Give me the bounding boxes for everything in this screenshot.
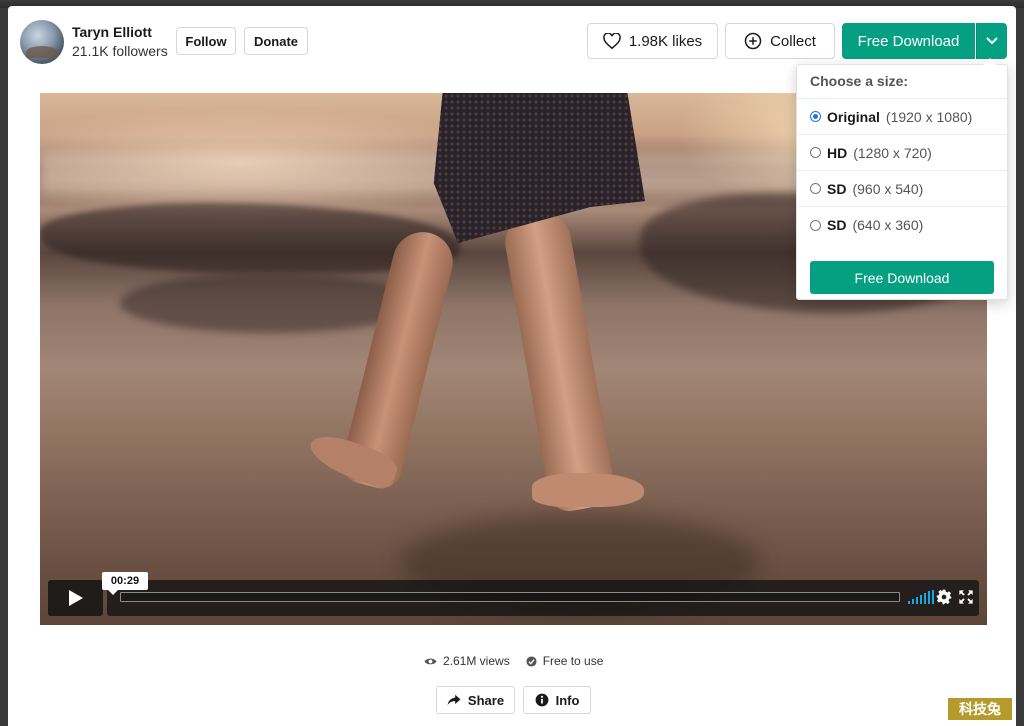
share-arrow-icon <box>447 694 461 706</box>
share-label: Share <box>467 692 505 708</box>
size-option-name: HD <box>827 144 848 161</box>
progress-track[interactable] <box>120 592 900 602</box>
size-option-dims: (960 x 540) <box>852 180 924 197</box>
views-count: 2.61M views <box>443 654 510 668</box>
size-menu-title: Choose a size: <box>797 65 1007 99</box>
player-controls: 00:29 <box>48 572 979 616</box>
avatar[interactable] <box>20 20 64 64</box>
check-circle-icon <box>526 655 537 667</box>
info-icon <box>535 693 548 707</box>
chevron-down-icon <box>986 37 998 45</box>
heart-icon <box>603 33 621 49</box>
fullscreen-icon[interactable] <box>958 589 974 605</box>
free-download-button[interactable]: Free Download <box>842 23 975 59</box>
play-button[interactable] <box>48 580 103 616</box>
donate-button[interactable]: Donate <box>244 27 308 55</box>
video-frame-leg <box>500 207 618 515</box>
video-frame-foot <box>532 473 644 507</box>
like-button[interactable]: 1.98K likes <box>587 23 718 59</box>
license-stat[interactable]: Free to use <box>526 654 604 668</box>
size-option-dims: (1280 x 720) <box>853 144 932 161</box>
eye-icon <box>424 658 437 664</box>
current-time: 00:29 <box>102 572 148 595</box>
menu-free-download-button[interactable]: Free Download <box>810 261 994 294</box>
follow-button[interactable]: Follow <box>176 27 236 55</box>
size-option-hd[interactable]: HD (1280 x 720) <box>797 135 1007 171</box>
collect-label: Collect <box>770 32 816 50</box>
collect-button[interactable]: Collect <box>725 23 835 59</box>
info-button[interactable]: Info <box>523 686 591 714</box>
radio-unselected[interactable] <box>810 147 821 158</box>
backdrop-right <box>1016 8 1024 726</box>
author-followers: 21.1K followers <box>72 43 168 59</box>
size-option-dims: (1920 x 1080) <box>885 108 973 125</box>
radio-unselected[interactable] <box>810 183 821 194</box>
share-button[interactable]: Share <box>436 686 515 714</box>
size-menu: Choose a size: Original (1920 x 1080) HD… <box>796 58 1008 300</box>
size-option-name: SD <box>827 180 847 197</box>
video-frame-rock <box>120 273 420 333</box>
size-option-sd-960[interactable]: SD (960 x 540) <box>797 171 1007 207</box>
views-stat: 2.61M views <box>424 654 510 668</box>
watermark: 科技兔 <box>948 698 1012 720</box>
author-info[interactable]: Taryn Elliott 21.1K followers <box>20 20 168 64</box>
author-text: Taryn Elliott 21.1K followers <box>72 23 168 61</box>
size-option-name: Original <box>827 108 880 125</box>
size-option-sd-640[interactable]: SD (640 x 360) <box>797 207 1007 243</box>
size-option-dims: (640 x 360) <box>852 217 924 233</box>
radio-unselected[interactable] <box>810 219 821 231</box>
size-option-original[interactable]: Original (1920 x 1080) <box>797 99 1007 135</box>
size-option-name: SD <box>827 217 847 233</box>
info-label: Info <box>555 692 580 708</box>
video-stats: 2.61M views Free to use <box>424 654 603 668</box>
gear-icon[interactable] <box>936 589 952 605</box>
download-size-dropdown[interactable] <box>976 23 1007 59</box>
radio-selected[interactable] <box>810 111 821 122</box>
video-frame-dress <box>433 93 645 243</box>
plus-circle-icon <box>744 32 762 50</box>
play-icon <box>68 590 83 606</box>
video-modal: Taryn Elliott 21.1K followers Follow Don… <box>8 6 1016 726</box>
author-name[interactable]: Taryn Elliott <box>72 23 168 41</box>
likes-count: 1.98K likes <box>628 32 703 50</box>
backdrop-left <box>0 8 8 726</box>
volume-icon[interactable] <box>908 590 934 604</box>
license-label[interactable]: Free to use <box>543 654 604 668</box>
